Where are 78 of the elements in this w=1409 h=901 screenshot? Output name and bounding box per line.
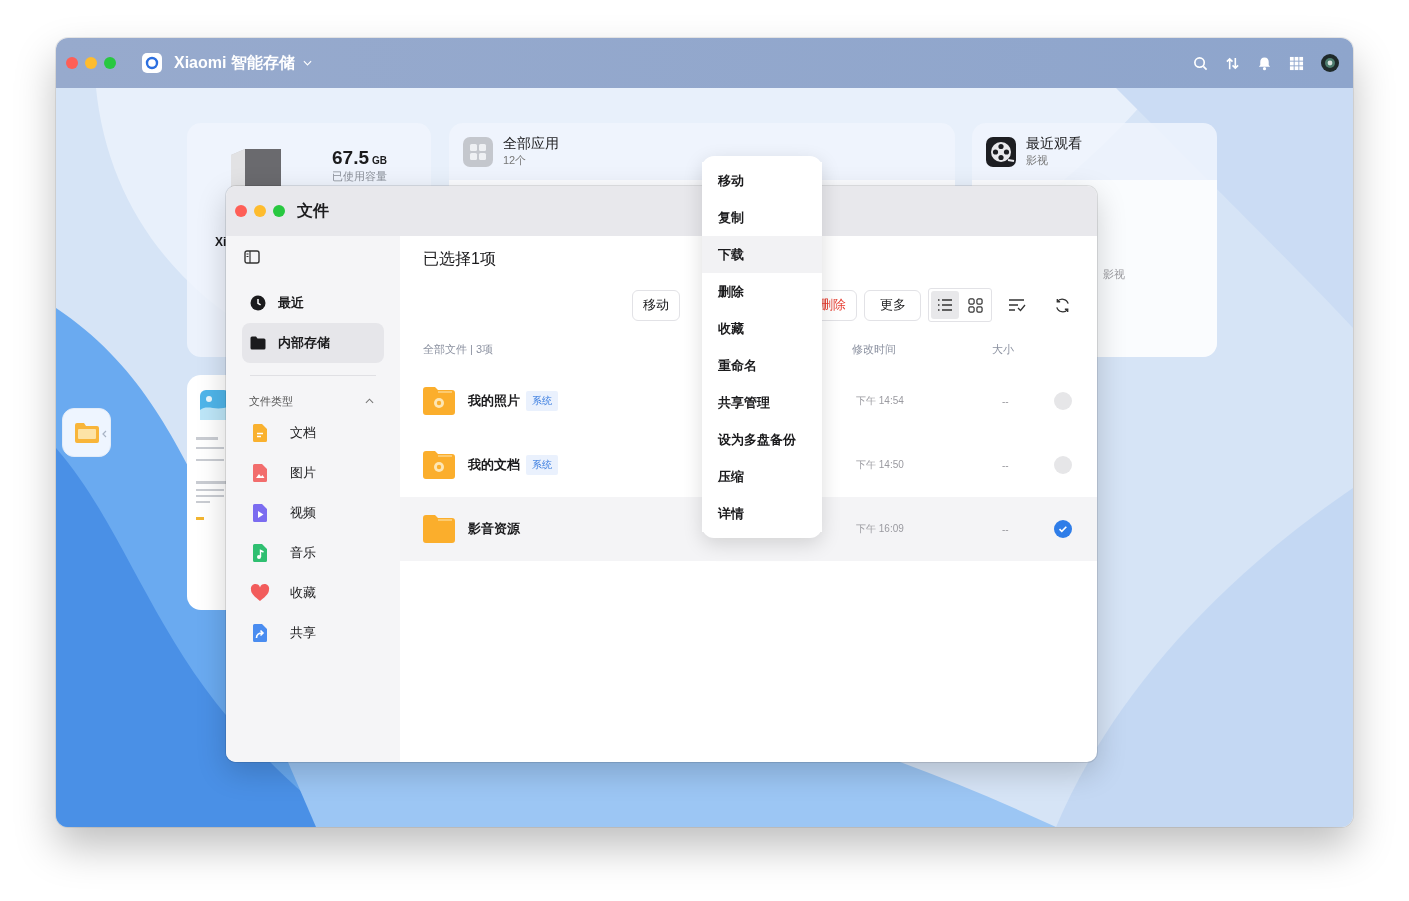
breadcrumb: 全部文件 | 3项: [423, 341, 495, 357]
modified-time: 下午 14:54: [855, 394, 905, 408]
sidebar-item[interactable]: 音乐: [242, 533, 384, 573]
list-view-button[interactable]: [931, 291, 959, 319]
unchecked-circle[interactable]: [1054, 392, 1072, 410]
chevron-icon[interactable]: [365, 398, 374, 404]
sidebar-item[interactable]: 内部存储: [242, 323, 384, 363]
app-logo-icon: [142, 53, 162, 73]
close-button[interactable]: [66, 57, 78, 69]
menu-item[interactable]: 删除: [702, 273, 822, 310]
selection-title: 已选择1项: [423, 249, 496, 269]
chevron-left-icon: [102, 430, 107, 438]
minimize-button[interactable]: [85, 57, 97, 69]
toolbar-button[interactable]: 移动: [632, 289, 680, 321]
zoom-button[interactable]: [273, 205, 285, 217]
used-capacity: 67.5: [332, 147, 369, 168]
menu-item[interactable]: 下载: [702, 236, 822, 273]
menu-item[interactable]: 设为多盘备份: [702, 421, 822, 458]
unchecked-circle[interactable]: [1054, 456, 1072, 474]
sort-icon[interactable]: [1008, 298, 1026, 312]
folder-icon: [423, 451, 455, 479]
sidebar-item[interactable]: 共享: [242, 613, 384, 653]
app-count: 12个: [503, 153, 528, 168]
modified-time: 下午 16:09: [855, 522, 905, 536]
transfer-icon[interactable]: [1225, 55, 1240, 71]
menu-item[interactable]: 重命名: [702, 347, 822, 384]
folder-icon: [423, 515, 455, 543]
folder-icon: [73, 421, 100, 444]
menu-item[interactable]: 移动: [702, 162, 822, 199]
system-tag: 系统: [526, 391, 558, 411]
card-subtitle: 影视: [1026, 153, 1049, 168]
toolbar-button[interactable]: 更多: [864, 289, 921, 321]
file-size: --: [1001, 395, 1010, 407]
system-tag: 系统: [526, 455, 558, 475]
apps-grid-icon[interactable]: [1289, 55, 1304, 71]
file-name: 我的文档: [468, 456, 520, 474]
menu-item[interactable]: 详情: [702, 495, 822, 532]
menu-item[interactable]: 压缩: [702, 458, 822, 495]
chevron-down-icon[interactable]: [302, 60, 312, 66]
file-name: 我的照片: [468, 392, 520, 410]
file-size: --: [1001, 523, 1010, 535]
card-title: 全部应用: [503, 135, 559, 153]
dock-item[interactable]: [62, 408, 111, 457]
grid-icon: [967, 297, 983, 313]
checked-circle-icon[interactable]: [1054, 520, 1072, 538]
menu-item[interactable]: 共享管理: [702, 384, 822, 421]
sidebar-item[interactable]: 视频: [242, 493, 384, 533]
clock-icon: [250, 295, 266, 311]
avatar[interactable]: [1321, 54, 1339, 72]
sidebar-item[interactable]: 图片: [242, 453, 384, 493]
sidebar-toggle-icon[interactable]: [244, 250, 260, 264]
menu-item[interactable]: 复制: [702, 199, 822, 236]
bell-icon[interactable]: [1257, 55, 1272, 71]
capacity-label: 已使用容量: [332, 169, 387, 184]
file-size: --: [1001, 459, 1010, 471]
modified-time: 下午 14:50: [855, 458, 905, 472]
card-title: 最近观看: [1026, 135, 1082, 153]
sidebar-item[interactable]: 收藏: [242, 573, 384, 613]
close-button[interactable]: [235, 205, 247, 217]
search-icon[interactable]: [1193, 55, 1208, 71]
folder-icon: [423, 387, 455, 415]
folder-icon: [250, 336, 266, 350]
device-name: Xi: [215, 235, 227, 249]
column-header: 大小: [992, 341, 1015, 357]
menu-item[interactable]: 收藏: [702, 310, 822, 347]
window-title: 文件: [297, 200, 329, 221]
capacity-unit: GB: [372, 155, 387, 166]
minimize-button[interactable]: [254, 205, 266, 217]
sidebar-item[interactable]: 最近: [242, 283, 384, 323]
section-title: 文件类型: [249, 393, 293, 409]
film-reel-icon: [986, 136, 1016, 167]
refresh-icon[interactable]: [1054, 296, 1071, 314]
video-label: 影视: [1103, 267, 1125, 282]
file-name: 影音资源: [468, 520, 520, 538]
apps-icon: [463, 136, 493, 167]
sidebar-item[interactable]: 文档: [242, 413, 384, 453]
column-header: 修改时间: [852, 341, 897, 357]
list-icon: [937, 298, 953, 312]
